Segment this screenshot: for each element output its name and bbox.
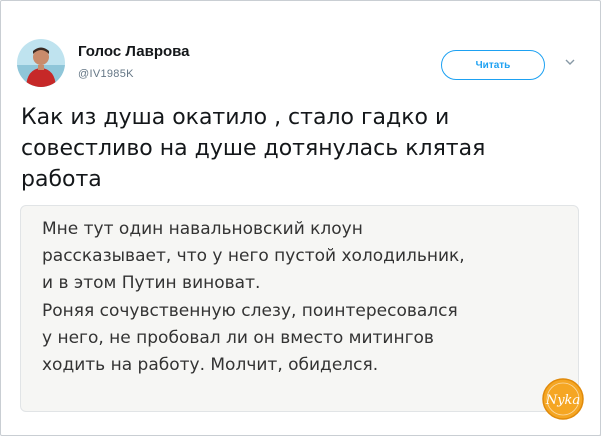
attached-image-text-line: и в этом Путин виноват. [42,273,261,294]
attached-image-text-line: рассказывает, что у него пустой холодиль… [42,246,465,267]
chevron-down-icon[interactable] [563,55,577,69]
attached-image-text: Мне тут один навальновский клоун рассказ… [42,216,465,379]
tweet-text-line: Как из душа окатило , стало гадко и [21,105,450,130]
avatar-image [17,39,65,87]
tweet-text: Как из душа окатило , стало гадко и сове… [21,102,581,195]
attached-image-card[interactable]: Мне тут один навальновский клоун рассказ… [20,205,579,412]
watermark-logo: Nyka [542,378,584,420]
tweet-text-line: совестливо на душе дотянулась клятая [21,136,486,161]
svg-text:Nyka: Nyka [545,393,580,408]
author-handle[interactable]: @IV1985K [78,68,134,80]
tweet-card: Голос Лаврова @IV1985K Читать Как из душ… [0,0,601,436]
attached-image-text-line: Роняя сочувственную слезу, поинтересовал… [42,300,458,321]
follow-button[interactable]: Читать [441,50,545,80]
avatar[interactable] [17,39,65,87]
author-display-name[interactable]: Голос Лаврова [78,43,190,60]
tweet-text-line: работа [21,167,102,192]
attached-image-text-line: Мне тут один навальновский клоун [42,219,363,239]
attached-image-text-line: у него, не пробовал ли он вместо митинго… [42,327,434,348]
attached-image-text-line: ходить на работу. Молчит, обиделся. [42,355,379,376]
